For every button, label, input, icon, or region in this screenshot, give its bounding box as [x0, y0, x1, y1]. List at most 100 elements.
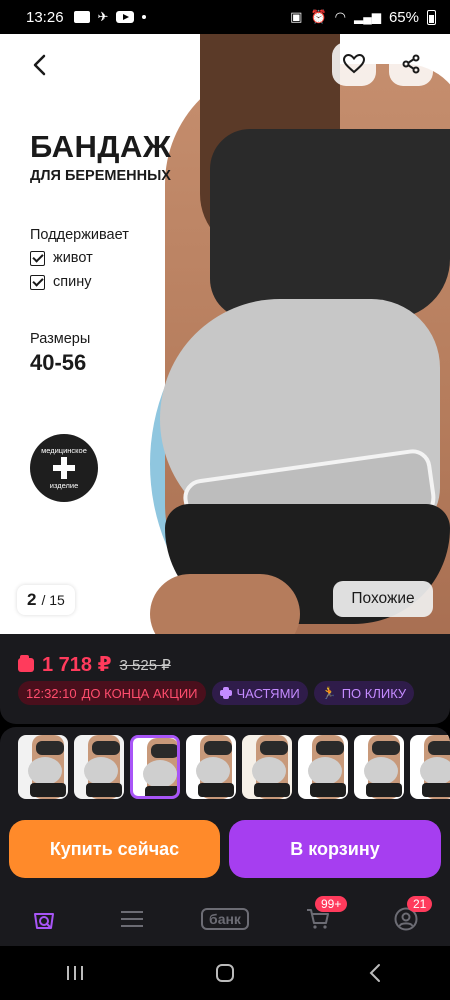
thumbnail-belly: [28, 757, 62, 785]
profile-badge: 21: [407, 895, 433, 912]
add-to-cart-button[interactable]: В корзину: [229, 820, 441, 878]
tab-menu[interactable]: [107, 899, 157, 939]
thumbnail-belly: [143, 760, 177, 788]
system-navigation-bar: [0, 946, 450, 1000]
lock-icon: ▣: [290, 9, 303, 24]
recent-apps-button[interactable]: [55, 958, 95, 988]
bank-label: банк: [201, 907, 249, 930]
thumbnail-belly: [308, 757, 342, 785]
thumbnail-bra: [428, 741, 450, 755]
thumbnail-bottom: [86, 783, 122, 797]
recent-apps-icon: [67, 966, 83, 980]
share-icon: [402, 54, 420, 74]
share-button[interactable]: [389, 42, 433, 86]
thumbnail-bottom: [254, 783, 290, 797]
tab-bank[interactable]: банк: [195, 899, 255, 939]
thumbnail-belly: [420, 757, 450, 785]
heart-icon: [343, 54, 365, 74]
thumbnail-item[interactable]: [130, 735, 180, 799]
battery-text: 65%: [388, 8, 419, 26]
image-page-indicator: 2 / 15: [17, 585, 75, 615]
similar-button[interactable]: Похожие: [333, 581, 433, 617]
thumbnail-item[interactable]: [18, 735, 68, 799]
thumbnail-bottom: [310, 783, 346, 797]
installments-icon: [219, 687, 232, 699]
checkbox-icon: [30, 274, 45, 290]
thumbnail-bra: [316, 741, 344, 755]
installments-label: ЧАСТЯМИ: [236, 685, 300, 701]
medical-device-badge: медицинское изделие: [30, 434, 98, 502]
status-bar: 13:26 ✈ ▣ ⏰ ◠ ▂▄▆ 65%: [0, 0, 450, 34]
thumbnail-bra: [151, 744, 177, 758]
alarm-icon: ⏰: [310, 9, 327, 24]
tab-cart[interactable]: 99+: [293, 895, 348, 939]
promo-timer-chip[interactable]: 12:32:10 ДО КОНЦА АКЦИИ: [18, 681, 206, 705]
old-price: 3 525 ₽: [119, 656, 171, 674]
thumbnail-bottom: [145, 786, 177, 796]
price-block: 1 718 ₽ 3 525 ₽ 12:32:10 ДО КОНЦА АКЦИИ …: [0, 634, 450, 724]
wifi-icon: ◠: [334, 9, 346, 24]
cta-area: Купить сейчас В корзину: [0, 807, 450, 891]
timer-text: ДО КОНЦА АКЦИИ: [81, 685, 198, 701]
wallet-icon: [18, 654, 34, 672]
thumbnail-belly: [84, 757, 118, 785]
thumbnail-bottom: [366, 783, 402, 797]
product-title: БАНДАЖ: [30, 129, 172, 164]
buy-now-button[interactable]: Купить сейчас: [9, 820, 220, 878]
sizes-label: Размеры: [30, 331, 91, 347]
thumbnail-item[interactable]: [410, 735, 450, 799]
thumbnail-belly: [252, 757, 286, 785]
status-time: 13:26: [26, 8, 64, 26]
cart-badge: 99+: [315, 895, 348, 912]
one-click-label: ПО КЛИКУ: [341, 685, 407, 701]
thumbnail-item[interactable]: [242, 735, 292, 799]
checkbox-icon: [30, 250, 45, 266]
thumbnail-belly: [196, 757, 230, 785]
thumbnail-item[interactable]: [186, 735, 236, 799]
thumbnail-item[interactable]: [354, 735, 404, 799]
back-button[interactable]: [24, 50, 54, 80]
thumbnail-strip[interactable]: [0, 727, 450, 807]
thumbnail-bra: [36, 741, 64, 755]
product-subtitle: ДЛЯ БЕРЕМЕННЫХ: [30, 168, 171, 184]
thumbnail-bra: [260, 741, 288, 755]
page-current: 2: [27, 590, 37, 609]
tab-profile[interactable]: 21: [381, 895, 433, 939]
more-notifications-icon: [142, 15, 147, 19]
installments-chip[interactable]: ЧАСТЯМИ: [211, 681, 308, 705]
thumbnail-item[interactable]: [298, 735, 348, 799]
favorite-button[interactable]: [332, 42, 376, 86]
model-bra: [210, 129, 450, 319]
check-item-belly: живот: [30, 250, 93, 266]
thumbnail-bottom: [30, 783, 66, 797]
chevron-left-icon: [33, 54, 46, 76]
one-click-chip[interactable]: 🏃 ПО КЛИКУ: [313, 681, 415, 705]
thumbnail-belly: [364, 757, 398, 785]
runner-icon: 🏃: [321, 686, 337, 700]
menu-icon: [121, 910, 143, 927]
home-button[interactable]: [205, 958, 245, 988]
back-arrow-icon: [369, 964, 380, 982]
product-image-gallery[interactable]: БАНДАЖ ДЛЯ БЕРЕМЕННЫХ Поддерживает живот…: [0, 34, 450, 634]
thumbnail-bra: [204, 741, 232, 755]
sizes-value: 40-56: [30, 350, 87, 375]
thumbnail-item[interactable]: [74, 735, 124, 799]
supports-label: Поддерживает: [30, 227, 129, 243]
badge-top-text: медицинское: [41, 446, 87, 455]
runner-icon: ✈: [97, 9, 109, 24]
thumbnail-bra: [372, 741, 400, 755]
home-icon: [216, 964, 234, 982]
signal-icon: ▂▄▆: [354, 10, 381, 24]
thumbnail-bottom: [198, 783, 234, 797]
thumbnail-bra: [92, 741, 120, 755]
model-thigh: [150, 574, 300, 634]
system-back-button[interactable]: [355, 958, 395, 988]
bottom-tab-bar: банк 99+ 21: [0, 891, 450, 946]
thumbnail-row[interactable]: [18, 735, 450, 799]
check-label: спину: [53, 274, 92, 290]
check-label: живот: [53, 250, 93, 266]
check-item-back: спину: [30, 274, 91, 290]
timer-value: 12:32:10: [26, 685, 77, 701]
tab-catalog-search[interactable]: [19, 899, 69, 939]
youtube-icon: [116, 11, 135, 23]
